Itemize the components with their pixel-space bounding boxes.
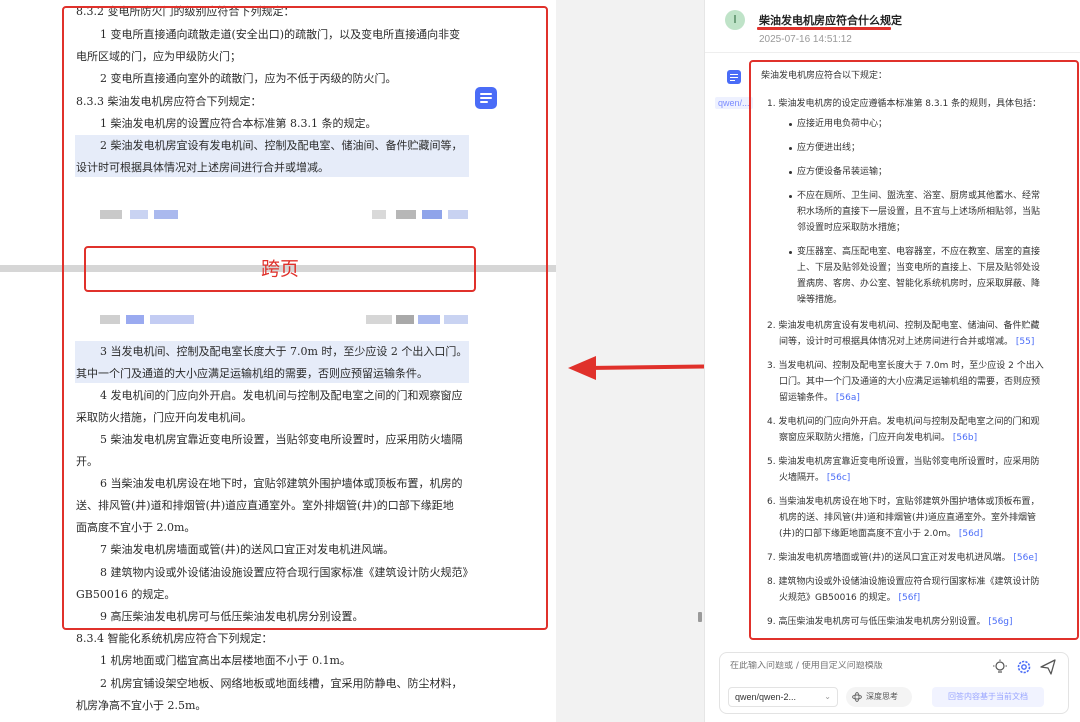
answer-text-line: 上、下层及贴邻处设置；当变电所的直接上、下层及贴邻处设: [797, 262, 1040, 274]
answer-text: 3. 当发电机间、控制及配电室长度大于 7.0m 时，至少应设 2 个出入: [767, 361, 1044, 371]
answer-text-line: 2. 柴油发电机房宜设有发电机间、控制及配电室、储油间、备件贮藏: [767, 320, 1039, 332]
question-title: 柴油发电机房应符合什么规定: [759, 14, 902, 27]
model-select[interactable]: qwen/qwen-2... ⌄: [728, 687, 838, 707]
answer-text-line: 不应在厕所、卫生间、盥洗室、浴室、厨房或其他蓄水、经常: [797, 190, 1040, 202]
answer-text-line: 应方便设备吊装运输；: [797, 166, 887, 178]
answer-text: 不应在厕所、卫生间、盥洗室、浴室、厨房或其他蓄水、经常: [797, 191, 1041, 201]
model-select-value: qwen/qwen-2...: [735, 692, 797, 702]
answer-text-line: 置病房、客房、办公室、智能化系统机房时，应采取屏蔽、降: [797, 278, 1040, 290]
answer-text: 察窗应采取防火措施，门应开向发电机间。: [779, 433, 951, 443]
deep-think-label: 深度思考: [866, 692, 898, 701]
citation-link[interactable]: [56f]: [899, 593, 921, 603]
annotation-frame-document: [62, 6, 548, 630]
answer-text-line: 火墙隔开。 [56c]: [779, 472, 850, 484]
bullet-dot: [789, 251, 792, 254]
lightbulb-icon[interactable]: [992, 659, 1008, 675]
chat-panel: I 柴油发电机房应符合什么规定 2025-07-16 14:51:12 qwen…: [704, 0, 1080, 722]
answer-text: (井)的口部下缘距地面高度不宜小于 2.0m。: [779, 529, 956, 539]
answer-text-line: 6. 当柴油发电机房设在地下时，宜贴邻建筑外围护墙体或顶板布置，: [767, 496, 1039, 508]
atom-icon: [852, 692, 862, 702]
answer-text: 变压器室、高压配电室、电容器室，不应在教室、居室的直接: [797, 247, 1041, 257]
doc-scope-button[interactable]: 回答内容基于当前文档: [932, 687, 1044, 707]
answer-text: 5. 柴油发电机房宜靠近变电所设置，当贴邻变电所设置时，应采用防: [767, 457, 1040, 467]
answer-text: 置病房、客房、办公室、智能化系统机房时，应采取屏蔽、降: [797, 279, 1041, 289]
question-input[interactable]: [730, 661, 970, 671]
answer-text-line: 8. 建筑物内设或外设储油设施设置应符合现行国家标准《建筑设计防: [767, 576, 1039, 588]
assistant-icon: [727, 70, 741, 84]
citation-link[interactable]: [56c]: [827, 473, 850, 483]
bullet-dot: [789, 123, 792, 126]
answer-text: 6. 当柴油发电机房设在地下时，宜贴邻建筑外围护墙体或顶板布置，: [767, 497, 1040, 507]
answer-text-line: 柴油发电机房应符合以下规定：: [761, 70, 887, 82]
answer-text: 8. 建筑物内设或外设储油设施设置应符合现行国家标准《建筑设计防: [767, 577, 1040, 587]
answer-text: 积水场所的直接下一层设置，且不宜与上述场所相贴邻，当贴: [797, 207, 1041, 217]
answer-text-line: 7. 柴油发电机房墙面或管(井)的送风口宜正对发电机进风端。 [56e]: [767, 552, 1037, 564]
answer-text: 9. 高压柴油发电机房可与低压柴油发电机房分别设置。: [767, 617, 986, 627]
answer-text-line: 5. 柴油发电机房宜靠近变电所设置，当贴邻变电所设置时，应采用防: [767, 456, 1039, 468]
answer-text-line: 邻设置时应采取防水措施；: [797, 222, 905, 234]
document-text-line: 1 机房地面或门槛宜高出本层楼地面不小于 0.1m。: [100, 654, 351, 667]
citation-link[interactable]: [55]: [1016, 337, 1034, 347]
model-tag: qwen/...: [715, 97, 753, 109]
answer-text-line: 机房的送、排风管(井)道和排烟管(井)道应直通室外。室外排烟管: [779, 512, 1036, 524]
answer-text-line: 火规范》GB50016 的规定。 [56f]: [779, 592, 920, 604]
deep-think-button[interactable]: 深度思考: [846, 687, 912, 707]
answer-text: 柴油发电机房应符合以下规定：: [761, 71, 888, 81]
citation-link[interactable]: [56d]: [959, 529, 983, 539]
answer-text: 火规范》GB50016 的规定。: [779, 593, 896, 603]
answer-text: 留运输条件。: [779, 393, 834, 403]
answer-text: 上、下层及贴邻处设置；当变电所的直接上、下层及贴邻处设: [797, 263, 1041, 273]
cross-page-label: 跨页: [84, 246, 476, 292]
answer-text: 2. 柴油发电机房宜设有发电机间、控制及配电室、储油间、备件贮藏: [767, 321, 1040, 331]
answer-text: 间等，设计时可根据具体情况对上述房间进行合并或增减。: [779, 337, 1014, 347]
answer-text: 7. 柴油发电机房墙面或管(井)的送风口宜正对发电机进风端。: [767, 553, 1011, 563]
citation-link[interactable]: [56e]: [1013, 553, 1037, 563]
answer-text: 应接近用电负荷中心；: [797, 119, 888, 129]
answer-text: 1. 柴油发电机房的设定应遵循本标准第 8.3.1 条的规则，具体包括：: [767, 99, 1042, 109]
answer-text-line: 3. 当发电机间、控制及配电室长度大于 7.0m 时，至少应设 2 个出入: [767, 360, 1044, 372]
user-avatar: I: [725, 10, 745, 30]
divider: [705, 52, 1080, 53]
document-text-line: 2 机房宜铺设架空地板、网络地板或地面线槽，宜采用防静电、防尘材料，: [100, 677, 463, 690]
answer-text-line: 积水场所的直接下一层设置，且不宜与上述场所相贴邻，当贴: [797, 206, 1040, 218]
answer-text-line: 应接近用电负荷中心；: [797, 118, 887, 130]
answer-text-line: 噪等措施。: [797, 294, 842, 306]
answer-text: 应方便进出线；: [797, 143, 861, 153]
answer-text: 噪等措施。: [797, 295, 843, 305]
answer-text: 火墙隔开。: [779, 473, 825, 483]
answer-text: 应方便设备吊装运输；: [797, 167, 888, 177]
answer-text-line: 留运输条件。 [56a]: [779, 392, 860, 404]
gear-icon[interactable]: [1016, 659, 1032, 675]
answer-text: 邻设置时应采取防水措施；: [797, 223, 906, 233]
bullet-dot: [789, 147, 792, 150]
question-input-box: qwen/qwen-2... ⌄ 深度思考 回答内容基于当前文档: [719, 652, 1069, 714]
resize-handle[interactable]: [698, 612, 702, 622]
document-text-line: 机房净高不宜小于 2.5m。: [76, 699, 207, 712]
send-icon[interactable]: [1040, 659, 1056, 675]
answer-text-line: 4. 发电机间的门应向外开启。发电机间与控制及配电室之间的门和观: [767, 416, 1039, 428]
answer-text-line: (井)的口部下缘距地面高度不宜小于 2.0m。 [56d]: [779, 528, 983, 540]
answer-text-line: 变压器室、高压配电室、电容器室，不应在教室、居室的直接: [797, 246, 1040, 258]
answer-text-line: 9. 高压柴油发电机房可与低压柴油发电机房分别设置。 [56g]: [767, 616, 1013, 628]
chevron-down-icon: ⌄: [824, 692, 831, 701]
answer-text-line: 应方便进出线；: [797, 142, 860, 154]
answer-text-line: 口门。其中一个门及通道的大小应满足运输机组的需要，否则应预: [779, 376, 1040, 388]
citation-link[interactable]: [56a]: [836, 393, 860, 403]
annotation-underline: [757, 27, 891, 30]
answer-text: 机房的送、排风管(井)道和排烟管(井)道应直通室外。室外排烟管: [779, 513, 1037, 523]
bullet-dot: [789, 171, 792, 174]
bullet-dot: [789, 195, 792, 198]
document-text-line: 8.3.4 智能化系统机房应符合下列规定：: [76, 632, 273, 645]
citation-link[interactable]: [56g]: [988, 617, 1012, 627]
answer-content: 柴油发电机房应符合以下规定： 1. 柴油发电机房的设定应遵循本标准第 8.3.1 …: [749, 60, 1079, 640]
answer-text-line: 1. 柴油发电机房的设定应遵循本标准第 8.3.1 条的规则，具体包括：: [767, 98, 1041, 110]
answer-text: 4. 发电机间的门应向外开启。发电机间与控制及配电室之间的门和观: [767, 417, 1040, 427]
answer-text: 口门。其中一个门及通道的大小应满足运输机组的需要，否则应预: [779, 377, 1041, 387]
answer-text-line: 察窗应采取防火措施，门应开向发电机间。 [56b]: [779, 432, 977, 444]
answer-text-line: 间等，设计时可根据具体情况对上述房间进行合并或增减。 [55]: [779, 336, 1034, 348]
document-viewer[interactable]: 8.3.2 变电所防火门的级别应符合下列规定： 1 变电所直接通向疏散走道(安全出…: [0, 0, 556, 722]
citation-link[interactable]: [56b]: [953, 433, 977, 443]
question-timestamp: 2025-07-16 14:51:12: [759, 34, 852, 45]
